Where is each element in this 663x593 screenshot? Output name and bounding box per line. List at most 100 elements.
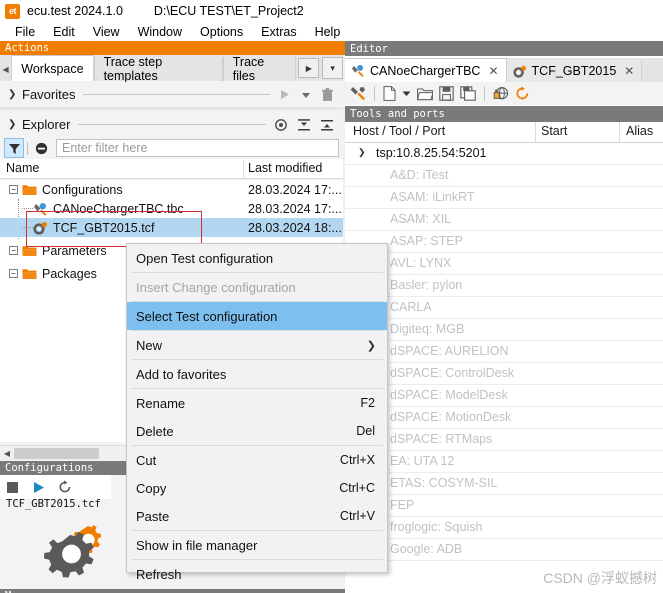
menu-window[interactable]: Window [129, 24, 191, 40]
tools-row-item[interactable]: FEP [345, 495, 663, 517]
new-file-chevron-down-icon[interactable] [402, 89, 411, 98]
tab-scroll-right-icon[interactable]: ▶ [298, 58, 320, 78]
scroll-left-icon[interactable]: ◀ [0, 447, 14, 460]
column-alias[interactable]: Alias [626, 124, 653, 138]
folder-icon [22, 183, 37, 196]
save-icon[interactable] [439, 86, 454, 101]
tools-row-item[interactable]: dSPACE: ModelDesk [345, 385, 663, 407]
stop-button[interactable] [6, 481, 19, 494]
context-menu-accel: Del [356, 424, 375, 438]
tools-row-item[interactable]: dSPACE: RTMaps [345, 429, 663, 451]
context-menu-item-rename[interactable]: Rename F2 [127, 389, 387, 417]
menu-extras[interactable]: Extras [252, 24, 305, 40]
context-menu-item-select-test-configuration[interactable]: Select Test configuration [127, 302, 387, 330]
tab-list-chevron-down-icon[interactable]: ▾ [322, 57, 343, 79]
editor-tab-tcf-gbt2015[interactable]: TCF_GBT2015 ✕ [506, 60, 643, 82]
tools-row-item[interactable]: Basler: pylon [345, 275, 663, 297]
close-icon[interactable]: ✕ [624, 64, 634, 78]
collapse-all-icon[interactable] [320, 118, 334, 132]
tree-date: 28.03.2024 17:... [248, 201, 342, 216]
tab-scroll-left-icon[interactable]: ◀ [0, 57, 12, 81]
chevron-down-icon[interactable]: ❯ [358, 147, 366, 158]
filter-clear-minus-icon[interactable] [31, 138, 51, 158]
menu-edit[interactable]: Edit [44, 24, 84, 40]
context-menu-item-cut[interactable]: Cut Ctrl+X [127, 446, 387, 474]
favorites-section-header[interactable]: ❯ Favorites [0, 82, 343, 107]
explorer-filter-input[interactable]: Enter filter here [56, 139, 339, 157]
tree-label: Parameters [42, 243, 107, 258]
explorer-column-header: Name Last modified [0, 159, 343, 179]
link-with-editor-target-icon[interactable] [274, 118, 288, 132]
favorites-chevron-down-icon[interactable] [300, 89, 312, 101]
expand-all-icon[interactable] [297, 118, 311, 132]
open-folder-icon[interactable] [417, 87, 433, 101]
tab-trace-files[interactable]: Trace files [222, 55, 297, 83]
favorites-run-icon[interactable] [278, 88, 291, 101]
tools-row-item[interactable]: ETAS: COSYM-SIL [345, 473, 663, 495]
tools-row-item[interactable]: dSPACE: ControlDesk [345, 363, 663, 385]
new-file-icon[interactable] [383, 86, 396, 101]
context-menu-item-refresh[interactable]: Refresh [127, 560, 387, 588]
menu-options[interactable]: Options [191, 24, 252, 40]
column-start[interactable]: Start [541, 124, 567, 138]
tools-row-item[interactable]: dSPACE: MotionDesk [345, 407, 663, 429]
filter-funnel-icon[interactable] [4, 138, 24, 158]
collapse-expander-icon[interactable]: − [9, 269, 18, 278]
refresh-icon[interactable] [515, 86, 530, 101]
editor-tab-canoechargertbc[interactable]: CANoeChargerTBC ✕ [345, 58, 507, 82]
context-menu-item-delete[interactable]: Delete Del [127, 417, 387, 445]
collapse-expander-icon[interactable]: − [9, 185, 18, 194]
favorites-delete-trash-icon[interactable] [321, 87, 334, 102]
menu-help[interactable]: Help [306, 24, 350, 40]
chevron-down-icon: ❯ [8, 119, 17, 130]
tools-row-tsp-host[interactable]: ❯ tsp:10.8.25.54:5201 [345, 143, 663, 165]
scroll-thumb[interactable] [14, 447, 99, 459]
column-divider[interactable] [619, 122, 620, 143]
tools-row-item[interactable]: A&D: iTest [345, 165, 663, 187]
tools-row-item[interactable]: Google: ADB [345, 539, 663, 561]
tools-row-item[interactable]: EA: UTA 12 [345, 451, 663, 473]
column-name[interactable]: Name [6, 161, 39, 175]
tree-row-canoechargertbc[interactable]: CANoeChargerTBC.tbc 28.03.2024 17:... [0, 199, 343, 218]
close-icon[interactable]: ✕ [488, 64, 498, 78]
context-menu-label: Paste [136, 508, 170, 524]
context-menu-label: Rename [136, 395, 186, 411]
context-menu-item-new[interactable]: New ❯ [127, 331, 387, 359]
context-menu-item-paste[interactable]: Paste Ctrl+V [127, 502, 387, 530]
save-all-icon[interactable] [460, 86, 476, 101]
globe-lock-icon[interactable] [493, 86, 509, 101]
tab-workspace[interactable]: Workspace [11, 55, 94, 81]
column-host-tool-port[interactable]: Host / Tool / Port [353, 124, 445, 138]
context-menu-item-open-test-configuration[interactable]: Open Test configuration [127, 244, 387, 272]
run-button[interactable] [32, 481, 45, 494]
context-menu-item-show-in-file-manager[interactable]: Show in file manager [127, 531, 387, 559]
tools-row-item[interactable]: ASAP: STEP [345, 231, 663, 253]
tree-date: 28.03.2024 18:... [248, 220, 342, 235]
tools-row-item[interactable]: Digiteq: MGB [345, 319, 663, 341]
tools-row-item[interactable]: froglogic: Squish [345, 517, 663, 539]
tools-row-item[interactable]: AVL: LYNX [345, 253, 663, 275]
toolbar-divider [484, 86, 485, 101]
context-menu-item-add-to-favorites[interactable]: Add to favorites [127, 360, 387, 388]
collapse-expander-icon[interactable]: − [9, 246, 18, 255]
menu-file[interactable]: File [6, 24, 44, 40]
column-divider[interactable] [535, 122, 536, 143]
tools-wrench-icon[interactable] [350, 86, 366, 101]
context-menu-item-copy[interactable]: Copy Ctrl+C [127, 474, 387, 502]
reload-button[interactable] [58, 480, 72, 494]
tree-row-tcf-gbt2015[interactable]: TCF_GBT2015.tcf 28.03.2024 18:... [0, 218, 343, 237]
tools-row-item[interactable]: dSPACE: AURELION [345, 341, 663, 363]
tools-row-item[interactable]: CARLA [345, 297, 663, 319]
explorer-section-header[interactable]: ❯ Explorer [0, 112, 343, 137]
menu-view[interactable]: View [84, 24, 129, 40]
tree-row-configurations[interactable]: − Configurations 28.03.2024 17:... [0, 180, 343, 199]
app-title: ecu.test 2024.1.0 [27, 4, 123, 18]
tools-row-item[interactable]: ASAM: iLinkRT [345, 187, 663, 209]
context-menu-label: Open Test configuration [136, 250, 274, 266]
column-last-modified[interactable]: Last modified [248, 161, 322, 175]
tools-row-label: dSPACE: AURELION [390, 344, 509, 358]
column-divider[interactable] [243, 159, 244, 179]
tools-row-item[interactable]: ASAM: XIL [345, 209, 663, 231]
editor-tab-label: CANoeChargerTBC [370, 63, 481, 78]
tab-trace-step-templates[interactable]: Trace step templates [93, 55, 223, 83]
